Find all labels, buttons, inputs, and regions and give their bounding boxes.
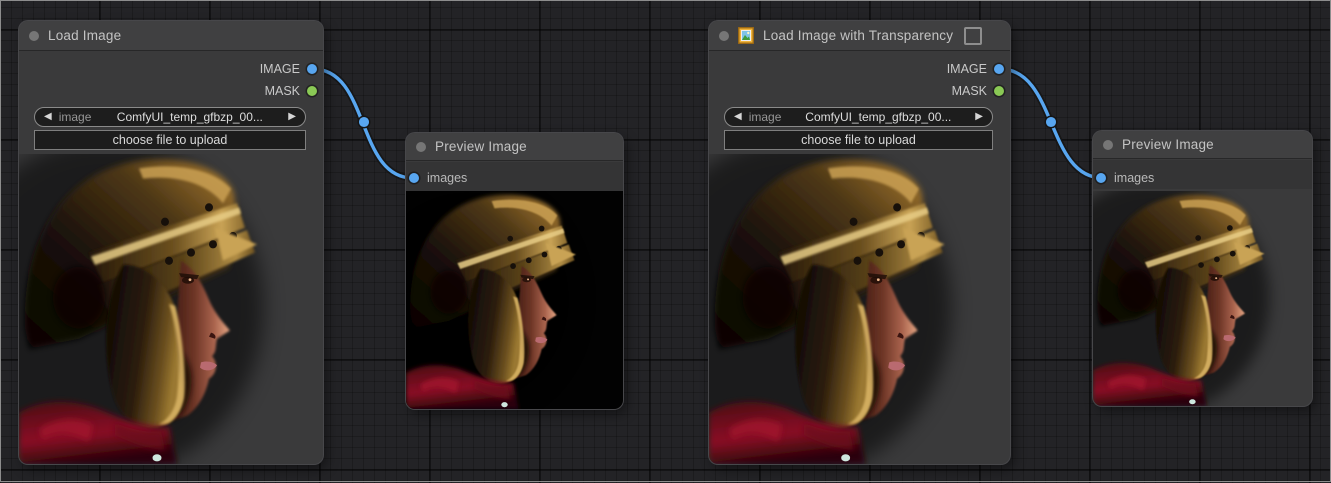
- collapse-dot-icon[interactable]: [719, 31, 729, 41]
- output-slot-mask[interactable]: MASK: [952, 83, 1004, 99]
- choose-file-button[interactable]: choose file to upload: [34, 130, 306, 150]
- node-title-bar[interactable]: Load Image with Transparency: [709, 21, 1010, 51]
- output-label-image: IMAGE: [260, 62, 300, 76]
- output-dot-mask-icon[interactable]: [307, 86, 317, 96]
- output-label-image: IMAGE: [947, 62, 987, 76]
- portrait-photo: [406, 191, 623, 409]
- collapse-dot-icon[interactable]: [1103, 140, 1113, 150]
- output-slot-mask[interactable]: MASK: [265, 83, 317, 99]
- combo-next-icon[interactable]: ▶: [975, 112, 983, 122]
- combo-prev-icon[interactable]: ◀: [44, 112, 52, 122]
- image-combo-widget[interactable]: ◀ image ComfyUI_temp_gfbzp_00... ▶: [34, 107, 306, 127]
- combo-widget-label: image: [59, 110, 92, 124]
- combo-widget-label: image: [749, 110, 782, 124]
- input-dot-images-icon[interactable]: [1096, 173, 1106, 183]
- loaded-image-thumbnail: [709, 154, 1010, 464]
- portrait-photo: [709, 154, 1010, 464]
- portrait-photo: [19, 154, 323, 464]
- input-slot-images[interactable]: images: [409, 170, 467, 186]
- input-label-images: images: [1114, 171, 1154, 185]
- choose-file-button-label: choose file to upload: [801, 133, 916, 147]
- link-midpoint-dot[interactable]: [358, 116, 370, 128]
- node-preview-image-2[interactable]: Preview Image images: [1093, 131, 1312, 406]
- node-preview-image-1[interactable]: Preview Image images: [406, 133, 623, 409]
- node-title: Load Image: [48, 28, 121, 43]
- output-dot-image-icon[interactable]: [994, 64, 1004, 74]
- input-slot-images[interactable]: images: [1096, 170, 1154, 186]
- collapse-dot-icon[interactable]: [29, 31, 39, 41]
- preview-image-thumbnail: [1093, 191, 1312, 406]
- framed-picture-icon: [738, 27, 754, 44]
- node-title: Preview Image: [1122, 137, 1214, 152]
- output-label-mask: MASK: [265, 84, 300, 98]
- output-slot-image[interactable]: IMAGE: [260, 61, 317, 77]
- collapse-dot-icon[interactable]: [416, 142, 426, 152]
- input-label-images: images: [427, 171, 467, 185]
- node-title: Preview Image: [435, 139, 527, 154]
- node-title-bar[interactable]: Load Image: [19, 21, 323, 51]
- output-label-mask: MASK: [952, 84, 987, 98]
- preview-image-thumbnail: [406, 191, 623, 409]
- node-load-image[interactable]: Load Image IMAGE MASK ◀ image ComfyUI_te…: [19, 21, 323, 464]
- node-title-bar[interactable]: Preview Image: [1093, 131, 1312, 159]
- link-midpoint-dot[interactable]: [1045, 116, 1057, 128]
- input-dot-images-icon[interactable]: [409, 173, 419, 183]
- choose-file-button[interactable]: choose file to upload: [724, 130, 993, 150]
- image-combo-widget[interactable]: ◀ image ComfyUI_temp_gfbzp_00... ▶: [724, 107, 993, 127]
- title-checkbox[interactable]: [964, 27, 982, 45]
- node-title-bar[interactable]: Preview Image: [406, 133, 623, 161]
- combo-widget-value: ComfyUI_temp_gfbzp_00...: [98, 110, 281, 124]
- node-load-image-transparency[interactable]: Load Image with Transparency IMAGE MASK …: [709, 21, 1010, 464]
- combo-prev-icon[interactable]: ◀: [734, 112, 742, 122]
- output-dot-mask-icon[interactable]: [994, 86, 1004, 96]
- output-slot-image[interactable]: IMAGE: [947, 61, 1004, 77]
- node-title: Load Image with Transparency: [763, 28, 953, 43]
- loaded-image-thumbnail: [19, 154, 323, 464]
- combo-widget-value: ComfyUI_temp_gfbzp_00...: [788, 110, 968, 124]
- portrait-photo: [1093, 191, 1312, 406]
- combo-next-icon[interactable]: ▶: [288, 112, 296, 122]
- choose-file-button-label: choose file to upload: [113, 133, 228, 147]
- comfyui-canvas[interactable]: { "canvas": { "background_color": "#2323…: [0, 0, 1331, 482]
- output-dot-image-icon[interactable]: [307, 64, 317, 74]
